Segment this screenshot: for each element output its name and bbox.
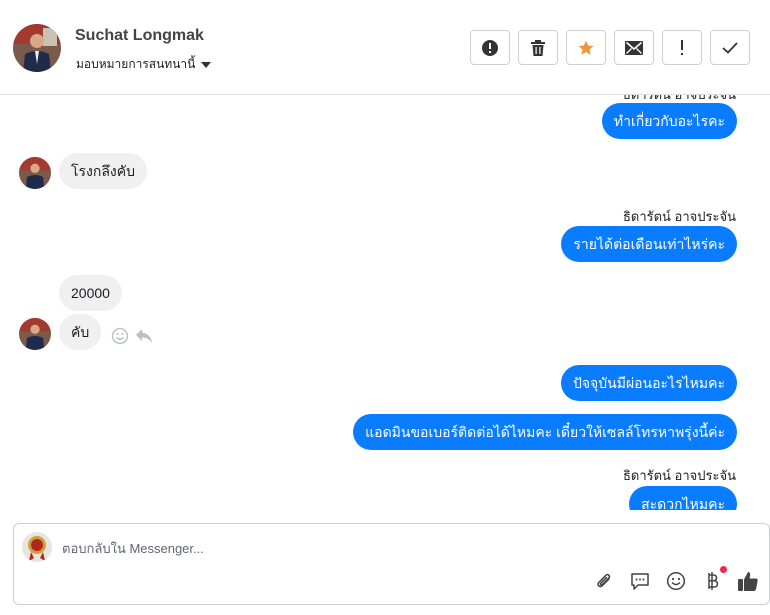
reply-composer bbox=[13, 523, 770, 605]
page-avatar bbox=[22, 532, 52, 562]
envelope-icon bbox=[625, 40, 643, 55]
star-button[interactable] bbox=[566, 30, 606, 65]
check-icon bbox=[722, 41, 738, 54]
contact-avatar-small[interactable] bbox=[19, 157, 51, 189]
conversation-actions bbox=[470, 30, 750, 65]
follow-up-button[interactable] bbox=[662, 30, 702, 65]
contact-name: Suchat Longmak bbox=[75, 27, 204, 44]
star-icon bbox=[578, 40, 594, 55]
exclamation-icon bbox=[681, 39, 683, 55]
assign-label: มอบหมายการสนทนานี้ bbox=[76, 57, 196, 71]
notification-dot bbox=[720, 566, 727, 573]
sender-name: ธิดารัตน์ อาจประจัน bbox=[622, 209, 736, 224]
message-outgoing[interactable]: แอดมินขอเบอร์ติดต่อได้ไหมคะ เดี๋ยวให้เซล… bbox=[353, 414, 737, 450]
spam-button[interactable] bbox=[470, 30, 510, 65]
sender-name: ธิดารัตน์ อาจประจัน bbox=[622, 468, 736, 483]
contact-avatar-small[interactable] bbox=[19, 318, 51, 350]
attachment-icon[interactable] bbox=[593, 570, 615, 592]
mark-done-button[interactable] bbox=[710, 30, 750, 65]
alert-circle-icon bbox=[482, 39, 498, 56]
message-incoming[interactable]: 20000 bbox=[59, 275, 122, 311]
message-outgoing[interactable]: ปัจจุบันมีผ่อนอะไรไหมคะ bbox=[560, 365, 737, 401]
mark-unread-button[interactable] bbox=[614, 30, 654, 65]
conversation-header: Suchat Longmak มอบหมายการสนทนานี้ bbox=[0, 0, 770, 95]
message-incoming[interactable]: โรงกลึงคับ bbox=[59, 153, 148, 189]
delete-button[interactable] bbox=[518, 30, 558, 65]
saved-reply-icon[interactable] bbox=[629, 570, 651, 592]
emoji-icon[interactable] bbox=[665, 570, 687, 592]
payment-icon[interactable] bbox=[701, 566, 727, 592]
message-thread[interactable]: ธิดารัตน์ อาจประจัน ทำเกี่ยวกับอะไรคะ โร… bbox=[0, 95, 770, 510]
reply-input[interactable] bbox=[62, 536, 722, 560]
react-smiley-icon[interactable] bbox=[111, 327, 129, 350]
message-outgoing[interactable]: สะดวกไหมคะ bbox=[629, 486, 737, 510]
message-outgoing[interactable]: รายได้ต่อเดือนเท่าไหร่คะ bbox=[561, 226, 737, 262]
composer-tools bbox=[593, 566, 759, 592]
trash-icon bbox=[531, 39, 545, 56]
contact-avatar[interactable] bbox=[13, 24, 61, 72]
assign-conversation-dropdown[interactable]: มอบหมายการสนทนานี้ bbox=[76, 55, 212, 74]
thumbs-up-icon[interactable] bbox=[737, 570, 759, 592]
message-outgoing[interactable]: ทำเกี่ยวกับอะไรคะ bbox=[601, 103, 737, 139]
reply-arrow-icon[interactable] bbox=[135, 328, 153, 349]
caret-down-icon bbox=[201, 61, 212, 68]
message-incoming[interactable]: คับ bbox=[59, 314, 102, 350]
